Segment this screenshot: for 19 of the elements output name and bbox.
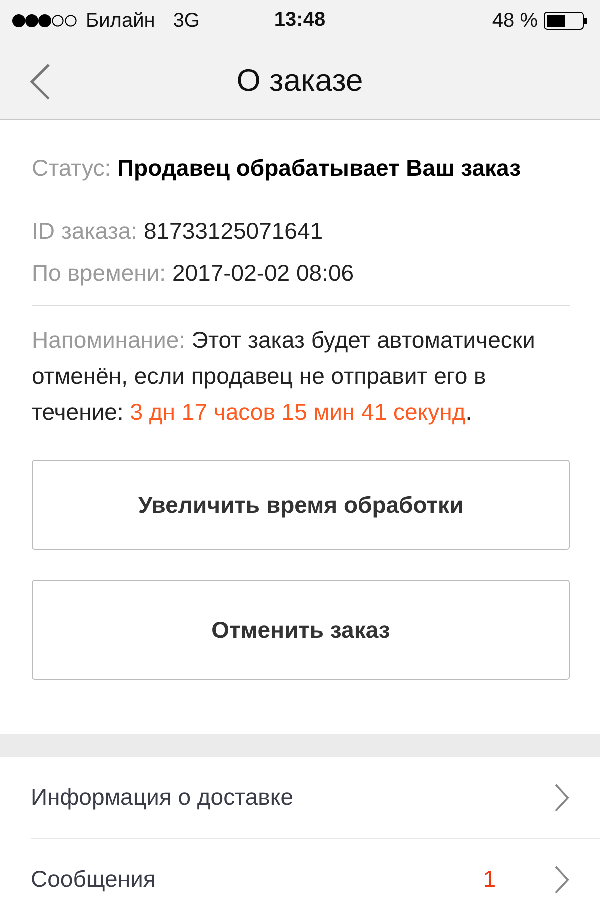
- network-type: 3G: [173, 10, 200, 32]
- cancel-order-button[interactable]: Отменить заказ: [32, 580, 570, 680]
- cancel-reminder: Напоминание: Этот заказ будет автоматически отменён, если продавец не отправит его в течение: 3 дн 17 часов 15 мин 41 секунд.: [32, 326, 536, 427]
- unread-count: 1: [483, 866, 496, 893]
- screen-title: О заказе: [236, 62, 364, 98]
- menu-row[interactable]: Информация о доставке: [31, 757, 600, 839]
- order-detail: ID заказа: 81733125071641: [32, 217, 324, 246]
- chevron-right-icon: [554, 866, 570, 894]
- menu-row[interactable]: Сообщения 1: [31, 839, 600, 898]
- signal-strength-icon: [12, 14, 78, 28]
- battery-percent: 48 %: [492, 10, 538, 32]
- battery-icon: [544, 12, 588, 30]
- back-chevron-icon: [29, 64, 51, 100]
- order-status: Статус: Продавец обрабатывает Ваш заказ: [32, 154, 522, 183]
- extend-time-button[interactable]: Увеличить время обработки: [32, 460, 570, 550]
- chevron-right-icon: [554, 784, 570, 812]
- clock-time: 13:48: [274, 9, 326, 31]
- order-detail: По времени: 2017-02-02 08:06: [32, 259, 356, 288]
- carrier-name: Билайн: [86, 10, 156, 32]
